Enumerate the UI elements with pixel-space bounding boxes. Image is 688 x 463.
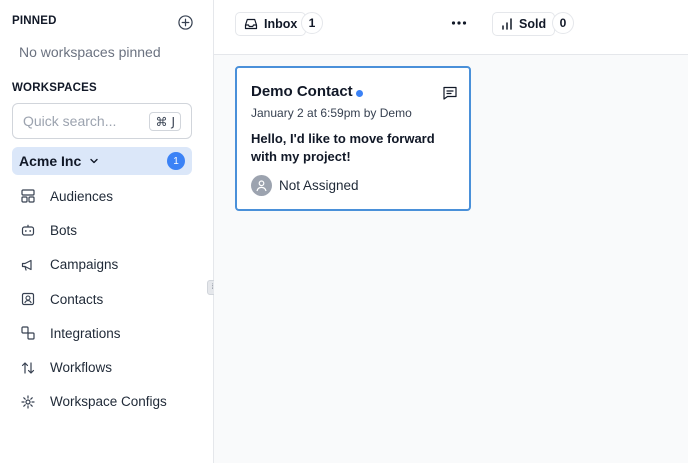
sidebar-item-contacts[interactable]: Contacts	[12, 282, 192, 316]
layout-icon	[20, 189, 35, 204]
no-pinned-text: No workspaces pinned	[19, 44, 161, 60]
chevron-down-icon	[89, 156, 99, 166]
user-icon	[256, 180, 267, 192]
sidebar-item-audiences[interactable]: Audiences	[12, 179, 192, 213]
more-horizontal-icon	[451, 21, 467, 25]
sidebar-item-label: Bots	[50, 222, 78, 238]
unread-indicator	[356, 90, 363, 97]
shortcut-key: J	[171, 114, 175, 129]
sidebar-item-integrations[interactable]: Integrations	[12, 316, 192, 350]
workspace-notification-badge: 1	[167, 152, 185, 170]
command-key-symbol: ⌘	[155, 114, 168, 129]
inbox-icon	[244, 18, 258, 30]
sidebar-item-campaigns[interactable]: Campaigns	[12, 248, 192, 282]
sidebar: PINNED No workspaces pinned WORKSPACES ⌘…	[0, 0, 214, 463]
last-message: Hello, I'd like to move forward with my …	[251, 131, 435, 164]
sidebar-item-workspace-configs[interactable]: Workspace Configs	[12, 385, 192, 419]
pipeline-board: Demo Contact January 2 at 6:59pm by Demo…	[214, 55, 688, 463]
column-inbox-button[interactable]: Inbox	[235, 12, 307, 36]
column-sold-button[interactable]: Sold	[492, 12, 556, 36]
sidebar-item-label: Audiences	[50, 188, 114, 204]
pipeline-header: Inbox 1 Sold 0	[214, 0, 688, 55]
bot-icon	[20, 223, 35, 238]
sidebar-item-label: Campaigns	[50, 257, 119, 273]
column-label: Sold	[519, 17, 547, 31]
workspace-selector[interactable]: Acme Inc 1	[12, 147, 192, 175]
add-pinned-button[interactable]	[177, 14, 193, 30]
arrows-up-down-icon	[20, 360, 35, 375]
column-count: 0	[552, 12, 574, 34]
sidebar-item-label: Contacts	[50, 291, 104, 307]
avatar	[251, 175, 272, 196]
column-count: 1	[301, 12, 323, 34]
quick-search-input[interactable]	[23, 113, 143, 129]
workspace-name: Acme Inc	[19, 153, 82, 169]
megaphone-icon	[20, 257, 35, 272]
contact-card-icon	[20, 292, 35, 307]
sidebar-item-bots[interactable]: Bots	[12, 213, 192, 247]
sidebar-item-label: Workspace Configs	[50, 394, 167, 410]
contact-timestamp: January 2 at 6:59pm by Demo	[251, 106, 412, 120]
column-label: Inbox	[264, 17, 298, 31]
contact-name: Demo Contact	[251, 83, 353, 100]
contact-card[interactable]: Demo Contact January 2 at 6:59pm by Demo…	[235, 66, 471, 211]
gear-icon	[20, 394, 35, 409]
quick-search[interactable]: ⌘ J	[12, 103, 192, 139]
assignee-label: Not Assigned	[279, 178, 359, 193]
signal-bars-icon	[502, 18, 512, 30]
sidebar-item-workflows[interactable]: Workflows	[12, 350, 192, 384]
plus-circle-icon	[177, 14, 193, 30]
sidebar-item-label: Workflows	[50, 360, 113, 376]
workspaces-section-title: WORKSPACES	[12, 82, 97, 94]
pinned-section-title: PINNED	[12, 15, 57, 27]
integrations-icon	[20, 326, 35, 341]
more-options-button[interactable]	[450, 14, 468, 32]
keyboard-shortcut-hint: ⌘ J	[149, 112, 181, 131]
sidebar-item-label: Integrations	[50, 325, 121, 341]
workspace-nav: Audiences Bots Campaigns Contacts Integr…	[12, 179, 192, 419]
chat-icon[interactable]	[442, 85, 458, 101]
